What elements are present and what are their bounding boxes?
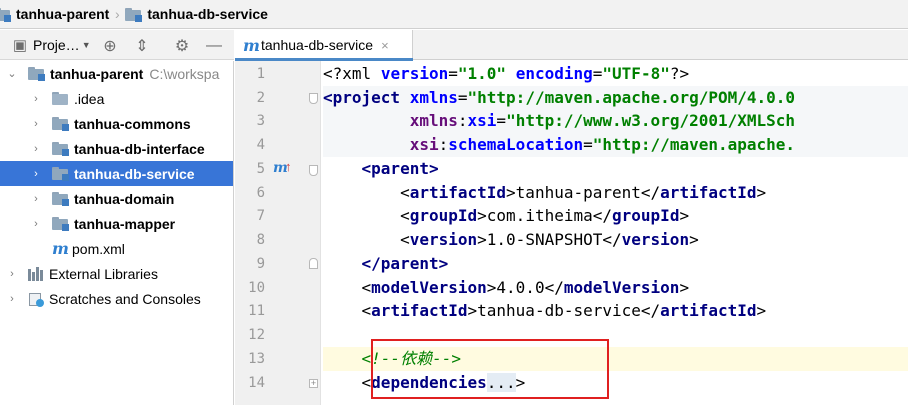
module-folder-icon	[52, 217, 69, 231]
code-line-2: <project xmlns="http://maven.apache.org/…	[323, 86, 908, 110]
tree-item-label: tanhua-db-interface	[74, 140, 205, 157]
chevron-right-icon[interactable]: ›	[30, 218, 42, 230]
code-line-1: <?xml version="1.0" encoding="UTF-8"?>	[323, 64, 690, 83]
tree-item-idea[interactable]: › .idea	[0, 86, 233, 111]
chevron-down-icon[interactable]: ⌄	[6, 68, 18, 80]
module-folder-icon	[0, 7, 11, 22]
chevron-right-icon[interactable]: ›	[30, 118, 42, 130]
line-number: 2	[256, 90, 265, 106]
tree-item-tanhua-parent[interactable]: ⌄ tanhua-parent C:\workspa	[0, 61, 233, 86]
tab-tanhua-db-service[interactable]: m tanhua-db-service ×	[235, 30, 413, 61]
tree-item-label: pom.xml	[72, 240, 125, 257]
gear-icon[interactable]: ⚙	[173, 37, 191, 55]
line-number: 12	[248, 327, 265, 343]
module-folder-icon	[52, 167, 69, 181]
close-icon[interactable]: ×	[381, 38, 389, 53]
chevron-down-icon[interactable]: ▼	[82, 40, 91, 50]
breadcrumb-label: tanhua-parent	[16, 6, 110, 22]
editor-tab-bar: m tanhua-db-service ×	[235, 30, 908, 61]
code-line-3: xmlns:xsi="http://www.w3.org/2001/XMLSch	[323, 109, 908, 133]
code-line-8: <version>1.0-SNAPSHOT</version>	[323, 230, 699, 249]
chevron-right-icon[interactable]: ›	[30, 143, 42, 155]
line-number: 10	[248, 280, 265, 296]
code-line-14: <dependencies...>	[323, 373, 526, 392]
breadcrumb-separator-icon: ›	[115, 6, 120, 22]
code-line-5: <parent>	[361, 159, 439, 178]
libraries-icon	[28, 266, 44, 281]
maven-icon: m	[243, 35, 260, 55]
code-line-4: xsi:schemaLocation="http://maven.apache.	[323, 133, 908, 157]
tree-item-tanhua-commons[interactable]: › tanhua-commons	[0, 111, 233, 136]
scratches-icon	[28, 291, 44, 307]
tree-item-scratches[interactable]: › Scratches and Consoles	[0, 286, 233, 311]
line-number: 1	[256, 66, 265, 82]
module-folder-icon	[52, 192, 69, 206]
code-line-6: <artifactId>tanhua-parent</artifactId>	[323, 183, 767, 202]
chevron-right-icon[interactable]: ›	[30, 168, 42, 180]
collapse-icon[interactable]: ⇕	[133, 37, 151, 55]
expand-fold-icon[interactable]: +	[309, 379, 318, 388]
tree-item-pom-xml[interactable]: m pom.xml	[0, 236, 233, 261]
chevron-right-icon[interactable]: ›	[6, 293, 18, 305]
tree-item-tanhua-db-service[interactable]: › tanhua-db-service	[0, 161, 233, 186]
code-line-9: </parent>	[361, 254, 449, 273]
folder-icon	[52, 92, 68, 105]
chevron-right-icon[interactable]: ›	[6, 268, 18, 280]
locate-icon[interactable]: ⊕	[101, 37, 119, 55]
maven-icon: m	[52, 239, 69, 258]
minimize-icon[interactable]: —	[205, 37, 223, 55]
project-tree: ⌄ tanhua-parent C:\workspa › .idea › tan…	[0, 61, 234, 405]
project-panel-header: ▣ Proje… ▼ ⊕ ⇕ ⚙ —	[0, 30, 234, 60]
breadcrumb-item-parent[interactable]: tanhua-parent	[0, 0, 109, 29]
tree-item-label: External Libraries	[49, 265, 158, 282]
line-number: 7	[256, 208, 265, 224]
tree-item-label: tanhua-domain	[74, 190, 175, 207]
tree-item-tanhua-domain[interactable]: › tanhua-domain	[0, 186, 233, 211]
tree-item-label: tanhua-commons	[74, 115, 191, 132]
module-folder-icon	[52, 117, 69, 131]
tree-item-label: Scratches and Consoles	[49, 290, 201, 307]
module-folder-icon	[52, 142, 69, 156]
line-number: 14	[248, 375, 265, 391]
project-view-selector[interactable]: Proje…	[33, 37, 80, 53]
line-number: 13	[248, 351, 265, 367]
tree-item-tanhua-db-interface[interactable]: › tanhua-db-interface	[0, 136, 233, 161]
line-number: 6	[256, 185, 265, 201]
module-folder-icon	[28, 67, 45, 81]
code-line-7: <groupId>com.itheima</groupId>	[323, 206, 690, 225]
line-number: 3	[256, 113, 265, 129]
breadcrumb-label: tanhua-db-service	[147, 6, 268, 22]
breadcrumb-item-current[interactable]: tanhua-db-service	[125, 0, 268, 29]
fold-marker-icon[interactable]	[309, 165, 318, 176]
chevron-right-icon[interactable]: ›	[30, 93, 42, 105]
line-number: 5	[256, 161, 265, 177]
fold-marker-icon[interactable]	[309, 258, 318, 269]
line-number: 9	[256, 256, 265, 272]
tree-item-label: tanhua-mapper	[74, 215, 176, 232]
tree-item-tanhua-mapper[interactable]: › tanhua-mapper	[0, 211, 233, 236]
tree-item-path: C:\workspa	[149, 65, 220, 82]
tree-item-label: .idea	[74, 90, 105, 107]
breadcrumb: tanhua-parent › tanhua-db-service	[0, 0, 908, 29]
tree-item-label: tanhua-db-service	[74, 165, 195, 182]
fold-marker-icon[interactable]	[309, 93, 318, 104]
line-number: 11	[248, 303, 265, 319]
code-line-13: <!--依赖-->	[323, 347, 908, 371]
module-folder-icon	[125, 7, 143, 22]
line-number: 8	[256, 232, 265, 248]
code-line-10: <modelVersion>4.0.0</modelVersion>	[323, 278, 690, 297]
code-editor[interactable]: 1 2 3 4 5 6 7 8 9 10 11 12 13 14 m ↑ + <…	[235, 61, 908, 405]
arrow-up-icon[interactable]: ↑	[285, 159, 292, 174]
code-line-11: <artifactId>tanhua-db-service</artifactI…	[323, 301, 767, 320]
tree-item-label: tanhua-parent	[50, 65, 144, 82]
chevron-right-icon[interactable]: ›	[30, 193, 42, 205]
tree-item-external-libraries[interactable]: › External Libraries	[0, 261, 233, 286]
editor-gutter: 1 2 3 4 5 6 7 8 9 10 11 12 13 14 m ↑ +	[235, 61, 321, 405]
project-icon: ▣	[12, 36, 28, 54]
line-number: 4	[256, 137, 265, 153]
tab-label: tanhua-db-service	[261, 37, 374, 53]
